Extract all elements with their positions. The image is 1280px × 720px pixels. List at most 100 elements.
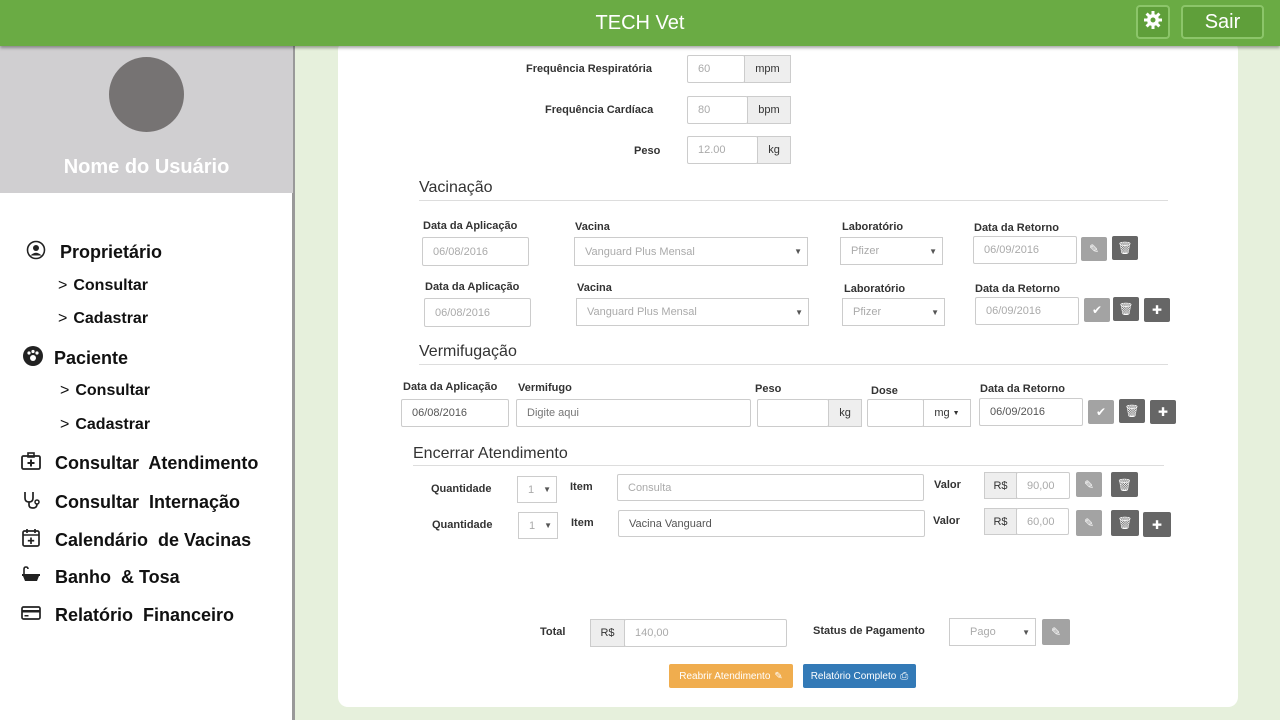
qty-select-row1[interactable]: 1 ▼: [517, 476, 557, 503]
section-title-vermifugacao: Vermifugação: [419, 343, 517, 360]
stethoscope-icon: [20, 490, 42, 515]
label-valor: Valor: [933, 515, 960, 527]
chevron-right-icon: >: [60, 382, 70, 399]
caret-down-icon: ▼: [544, 521, 552, 530]
sidebar-item-consultar-internacao[interactable]: Consultar Internação: [20, 490, 240, 515]
vermifugo-dose-input[interactable]: [867, 399, 924, 427]
caret-down-icon: ▼: [794, 247, 802, 256]
check-icon: ✔: [1095, 405, 1107, 419]
vacina-row1-date[interactable]: 06/08/2016: [422, 237, 529, 266]
plus-icon: ✚: [1151, 303, 1163, 317]
label-data-aplicacao: Data da Aplicação: [425, 281, 520, 293]
currency-addon: R$: [590, 619, 625, 647]
confirm-button[interactable]: ✔: [1088, 400, 1114, 424]
label-vermifugo: Vermifugo: [518, 382, 572, 394]
total-input[interactable]: 140,00: [624, 619, 787, 647]
logout-button[interactable]: Sair: [1181, 5, 1264, 39]
vermifugo-return[interactable]: 06/09/2016: [979, 398, 1083, 426]
label-laboratorio: Laboratório: [844, 283, 906, 295]
confirm-button[interactable]: ✔: [1084, 298, 1110, 322]
sidebar-item-label: Relatório Financeiro: [55, 605, 235, 625]
reopen-label: Reabrir Atendimento: [679, 670, 771, 682]
label-freq-respiratoria: Frequência Respiratória: [526, 63, 652, 75]
chevron-right-icon: >: [60, 416, 70, 433]
vermifugo-input[interactable]: [516, 399, 751, 427]
label-vacina: Vacina: [575, 221, 610, 233]
vermifugo-peso-input[interactable]: [757, 399, 829, 427]
edit-button[interactable]: ✎: [1042, 619, 1070, 645]
select-value: Vanguard Plus Mensal: [585, 245, 695, 258]
unit-kg: kg: [757, 136, 791, 164]
paw-icon: [22, 345, 44, 372]
delete-button[interactable]: 🗑: [1112, 236, 1138, 260]
label-data-retorno: Data da Retorno: [980, 383, 1065, 395]
vacina-row1-lab-select[interactable]: Pfizer ▼: [840, 237, 943, 265]
plus-icon: ✚: [1157, 405, 1169, 419]
vacina-row1-vaccine-select[interactable]: Vanguard Plus Mensal ▼: [574, 237, 808, 266]
sidebar-item-label: Consultar Internação: [55, 492, 241, 512]
vacina-row2-lab-select[interactable]: Pfizer ▼: [842, 298, 945, 326]
sidebar-item-banho-tosa[interactable]: Banho & Tosa: [20, 566, 180, 589]
divider: [419, 364, 1168, 365]
sidebar-subitem-proprietario-cadastrar[interactable]: > Cadastrar: [58, 310, 148, 328]
vacina-row1-return[interactable]: 06/09/2016: [973, 236, 1077, 264]
edit-button[interactable]: ✎: [1081, 237, 1107, 261]
credit-card-icon: [20, 605, 42, 626]
label-item: Item: [570, 481, 593, 493]
delete-button[interactable]: 🗑: [1111, 510, 1139, 536]
caret-down-icon: ▼: [1022, 627, 1030, 637]
label-item: Item: [571, 517, 594, 529]
sidebar-item-label: Paciente: [54, 348, 129, 368]
delete-button[interactable]: 🗑: [1119, 399, 1145, 423]
sidebar-item-paciente[interactable]: Paciente: [22, 345, 128, 372]
plus-icon: ✚: [1151, 517, 1163, 532]
print-icon: ⎙: [900, 670, 909, 682]
check-icon: ✔: [1091, 303, 1103, 317]
reopen-button[interactable]: Reabrir Atendimento ✎: [669, 664, 793, 688]
trash-icon: 🗑: [1117, 241, 1133, 255]
qty-select-row2[interactable]: 1 ▼: [518, 512, 558, 539]
caret-down-icon: ▼: [952, 409, 960, 417]
item-input-row1[interactable]: Consulta: [617, 474, 924, 501]
edit-icon: ✎: [1050, 625, 1062, 639]
dose-unit-dropdown[interactable]: mg ▼: [923, 399, 971, 427]
trash-icon: 🗑: [1118, 302, 1134, 316]
sidebar-item-consultar-atendimento[interactable]: Consultar Atendimento: [20, 452, 258, 475]
sidebar-subitem-paciente-consultar[interactable]: > Consultar: [60, 382, 150, 400]
edit-button[interactable]: ✎: [1076, 472, 1102, 497]
sidebar-subitem-proprietario-consultar[interactable]: > Consultar: [58, 277, 148, 295]
add-row-button[interactable]: ✚: [1144, 298, 1170, 322]
caret-down-icon: ▼: [795, 307, 803, 317]
add-row-button[interactable]: ✚: [1150, 400, 1176, 424]
sidebar-item-label: Proprietário: [60, 242, 163, 262]
sidebar-item-calendario-vacinas[interactable]: Calendário de Vacinas: [20, 528, 251, 553]
input-freq-respiratoria[interactable]: 60: [687, 55, 745, 83]
vacina-row2-date[interactable]: 06/08/2016: [424, 298, 531, 327]
value-input-row1[interactable]: 90,00: [1016, 472, 1070, 499]
calendar-plus-icon: [20, 528, 42, 553]
sidebar-item-proprietario[interactable]: Proprietário: [25, 240, 162, 265]
sidebar-subitem-paciente-cadastrar[interactable]: > Cadastrar: [60, 416, 150, 434]
input-freq-cardiaca[interactable]: 80: [687, 96, 748, 124]
delete-button[interactable]: 🗑: [1113, 297, 1139, 321]
sidebar-item-relatorio-financeiro[interactable]: Relatório Financeiro: [20, 605, 234, 626]
vacina-row2-vaccine-select[interactable]: Vanguard Plus Mensal ▼: [576, 298, 809, 326]
payment-status-select[interactable]: Pago ▼: [949, 618, 1036, 646]
full-report-button[interactable]: Relatório Completo ⎙: [803, 664, 916, 688]
label-dose: Dose: [871, 385, 898, 397]
currency-addon: R$: [984, 472, 1017, 499]
edit-icon: ✎: [1088, 242, 1100, 256]
label-valor: Valor: [934, 479, 961, 491]
label-data-aplicacao: Data da Aplicação: [403, 381, 498, 393]
vermifugo-date[interactable]: 06/08/2016: [401, 399, 509, 427]
delete-button[interactable]: 🗑: [1111, 472, 1138, 497]
value-input-row2[interactable]: 60,00: [1016, 508, 1069, 535]
vacina-row2-return[interactable]: 06/09/2016: [975, 297, 1079, 325]
caret-down-icon: ▼: [931, 307, 939, 317]
settings-button[interactable]: [1136, 5, 1170, 39]
chevron-right-icon: >: [58, 310, 68, 327]
add-row-button[interactable]: ✚: [1143, 512, 1171, 537]
input-peso[interactable]: 12.00: [687, 136, 758, 164]
edit-button[interactable]: ✎: [1076, 510, 1102, 536]
item-input-row2[interactable]: Vacina Vanguard: [618, 510, 925, 537]
